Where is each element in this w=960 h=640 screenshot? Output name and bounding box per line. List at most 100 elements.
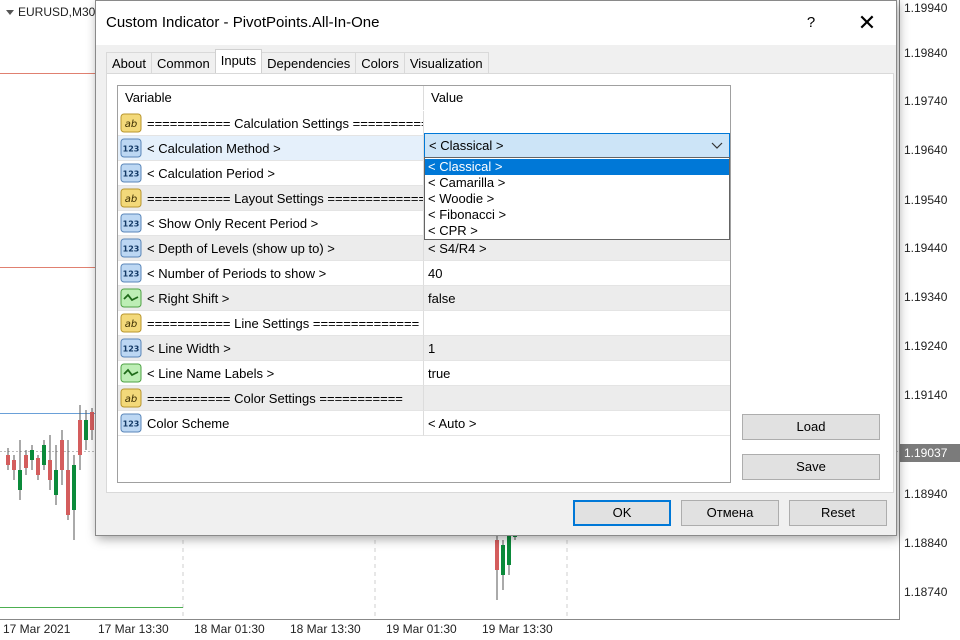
bool-icon [120, 363, 142, 383]
value-cell[interactable]: 1 [424, 336, 730, 361]
svg-text:ab: ab [125, 119, 137, 130]
variable-cell[interactable]: ab =========== Layout Settings ==========… [118, 186, 424, 211]
column-header-variable[interactable]: Variable [118, 86, 424, 110]
price-tick-label: 1.19340 [904, 290, 948, 304]
value-cell[interactable] [424, 311, 730, 336]
grid-row[interactable]: < Line Name Labels > true [118, 361, 730, 386]
dropdown-option-fibonacci[interactable]: < Fibonacci > [425, 207, 729, 223]
dropdown-option-cpr[interactable]: < CPR > [425, 223, 729, 239]
load-button[interactable]: Load [742, 414, 880, 440]
column-header-value[interactable]: Value [424, 86, 730, 110]
ab-icon: ab [120, 313, 142, 333]
price-tick-label: 1.19240 [904, 339, 948, 353]
value-cell[interactable]: true [424, 361, 730, 386]
ok-button[interactable]: OK [573, 500, 671, 526]
price-tick-label: 1.18940 [904, 487, 948, 501]
variable-cell[interactable]: ab =========== Color Settings =========== [118, 386, 424, 411]
time-tick-label: 18 Mar 01:30 [194, 622, 265, 636]
dialog-titlebar[interactable]: Custom Indicator - PivotPoints.All-In-On… [96, 1, 896, 45]
price-tick-label: 1.19440 [904, 241, 948, 255]
current-price-badge: 1.19037 [900, 444, 960, 462]
svg-text:ab: ab [125, 194, 137, 205]
variable-cell[interactable]: 123 < Depth of Levels (show up to) > [118, 236, 424, 261]
variable-cell[interactable]: 123 < Show Only Recent Period > [118, 211, 424, 236]
variable-name: < Line Name Labels > [147, 365, 275, 381]
123-icon: 123 [120, 138, 142, 158]
svg-text:123: 123 [123, 145, 140, 154]
bool-icon [120, 288, 142, 308]
cancel-button[interactable]: Отмена [681, 500, 779, 526]
value-cell[interactable] [424, 386, 730, 411]
grid-row[interactable]: 123 Color Scheme < Auto > [118, 411, 730, 436]
save-button[interactable]: Save [742, 454, 880, 480]
tab-dependencies[interactable]: Dependencies [261, 52, 357, 74]
tab-visualization[interactable]: Visualization [403, 52, 489, 74]
variable-cell[interactable]: 123 < Number of Periods to show > [118, 261, 424, 286]
variable-name: < Line Width > [147, 340, 231, 356]
candle-body [90, 412, 94, 430]
candle-body [84, 420, 88, 440]
tab-strip: About Common Inputs Dependencies Colors … [106, 49, 489, 74]
price-tick-label: 1.18740 [904, 585, 948, 599]
value-text: true [428, 365, 451, 381]
price-tick-label: 1.19740 [904, 94, 948, 108]
variable-name: < Depth of Levels (show up to) > [147, 240, 335, 256]
grid-row[interactable]: < Right Shift > false [118, 286, 730, 311]
grid-row[interactable]: 123 < Line Width > 1 [118, 336, 730, 361]
grid-row[interactable]: ab =========== Color Settings =========== [118, 386, 730, 411]
tab-common[interactable]: Common [150, 52, 216, 74]
calculation-method-dropdown: < Classical > < Camarilla > < Woodie > <… [424, 157, 730, 240]
tab-inputs[interactable]: Inputs [214, 49, 263, 73]
help-button[interactable]: ? [796, 11, 826, 35]
value-text: 1 [428, 340, 436, 356]
grid-row[interactable]: 123 < Number of Periods to show > 40 [118, 261, 730, 286]
svg-text:123: 123 [123, 420, 140, 429]
variable-cell[interactable]: 123 Color Scheme [118, 411, 424, 436]
candle-body [12, 460, 16, 470]
variable-cell[interactable]: ab =========== Calculation Settings =====… [118, 111, 424, 136]
svg-text:ab: ab [125, 394, 137, 405]
svg-text:ab: ab [125, 319, 137, 330]
value-cell[interactable]: < Auto > [424, 411, 730, 436]
time-tick-label: 17 Mar 2021 [3, 622, 71, 636]
variable-cell[interactable]: 123 < Line Width > [118, 336, 424, 361]
candle-body [72, 465, 76, 510]
variable-name: < Show Only Recent Period > [147, 215, 319, 231]
123-icon: 123 [120, 238, 142, 258]
grid-row[interactable]: ab =========== Line Settings ============… [118, 311, 730, 336]
price-tick-label: 1.19140 [904, 388, 948, 402]
variable-name: =========== Layout Settings ============… [147, 190, 423, 206]
variable-name: < Right Shift > [147, 290, 230, 306]
dropdown-option-woodie[interactable]: < Woodie > [425, 191, 729, 207]
candle-body [18, 470, 22, 490]
tab-colors[interactable]: Colors [355, 52, 405, 74]
dialog-title: Custom Indicator - PivotPoints.All-In-On… [106, 14, 380, 31]
variable-cell[interactable]: 123 < Calculation Period > [118, 161, 424, 186]
value-cell[interactable]: false [424, 286, 730, 311]
tab-about[interactable]: About [106, 52, 152, 74]
variable-cell[interactable]: < Right Shift > [118, 286, 424, 311]
close-button[interactable]: ✕ [852, 10, 882, 36]
value-cell[interactable]: 40 [424, 261, 730, 286]
candle-body [66, 470, 70, 515]
reset-button[interactable]: Reset [789, 500, 887, 526]
candle-body [36, 458, 40, 475]
candle-body [501, 545, 505, 575]
time-tick-label: 18 Mar 13:30 [290, 622, 361, 636]
calculation-method-select[interactable]: < Classical > [424, 133, 730, 158]
svg-text:123: 123 [123, 345, 140, 354]
time-tick-label: 19 Mar 01:30 [386, 622, 457, 636]
variable-cell[interactable]: ab =========== Line Settings ============… [118, 311, 424, 336]
value-text: 40 [428, 265, 443, 281]
symbol-label: EURUSD,M30 [18, 5, 96, 19]
value-text: < Auto > [428, 415, 477, 431]
123-icon: 123 [120, 163, 142, 183]
candle-body [54, 470, 58, 495]
variable-cell[interactable]: < Line Name Labels > [118, 361, 424, 386]
dropdown-option-camarilla[interactable]: < Camarilla > [425, 175, 729, 191]
variable-cell[interactable]: 123 < Calculation Method > [118, 136, 424, 161]
dropdown-option-classical[interactable]: < Classical > [425, 159, 729, 175]
price-tick-label: 1.19640 [904, 143, 948, 157]
variable-name: =========== Line Settings ============== [147, 315, 420, 331]
price-tick-label: 1.19940 [904, 1, 948, 15]
